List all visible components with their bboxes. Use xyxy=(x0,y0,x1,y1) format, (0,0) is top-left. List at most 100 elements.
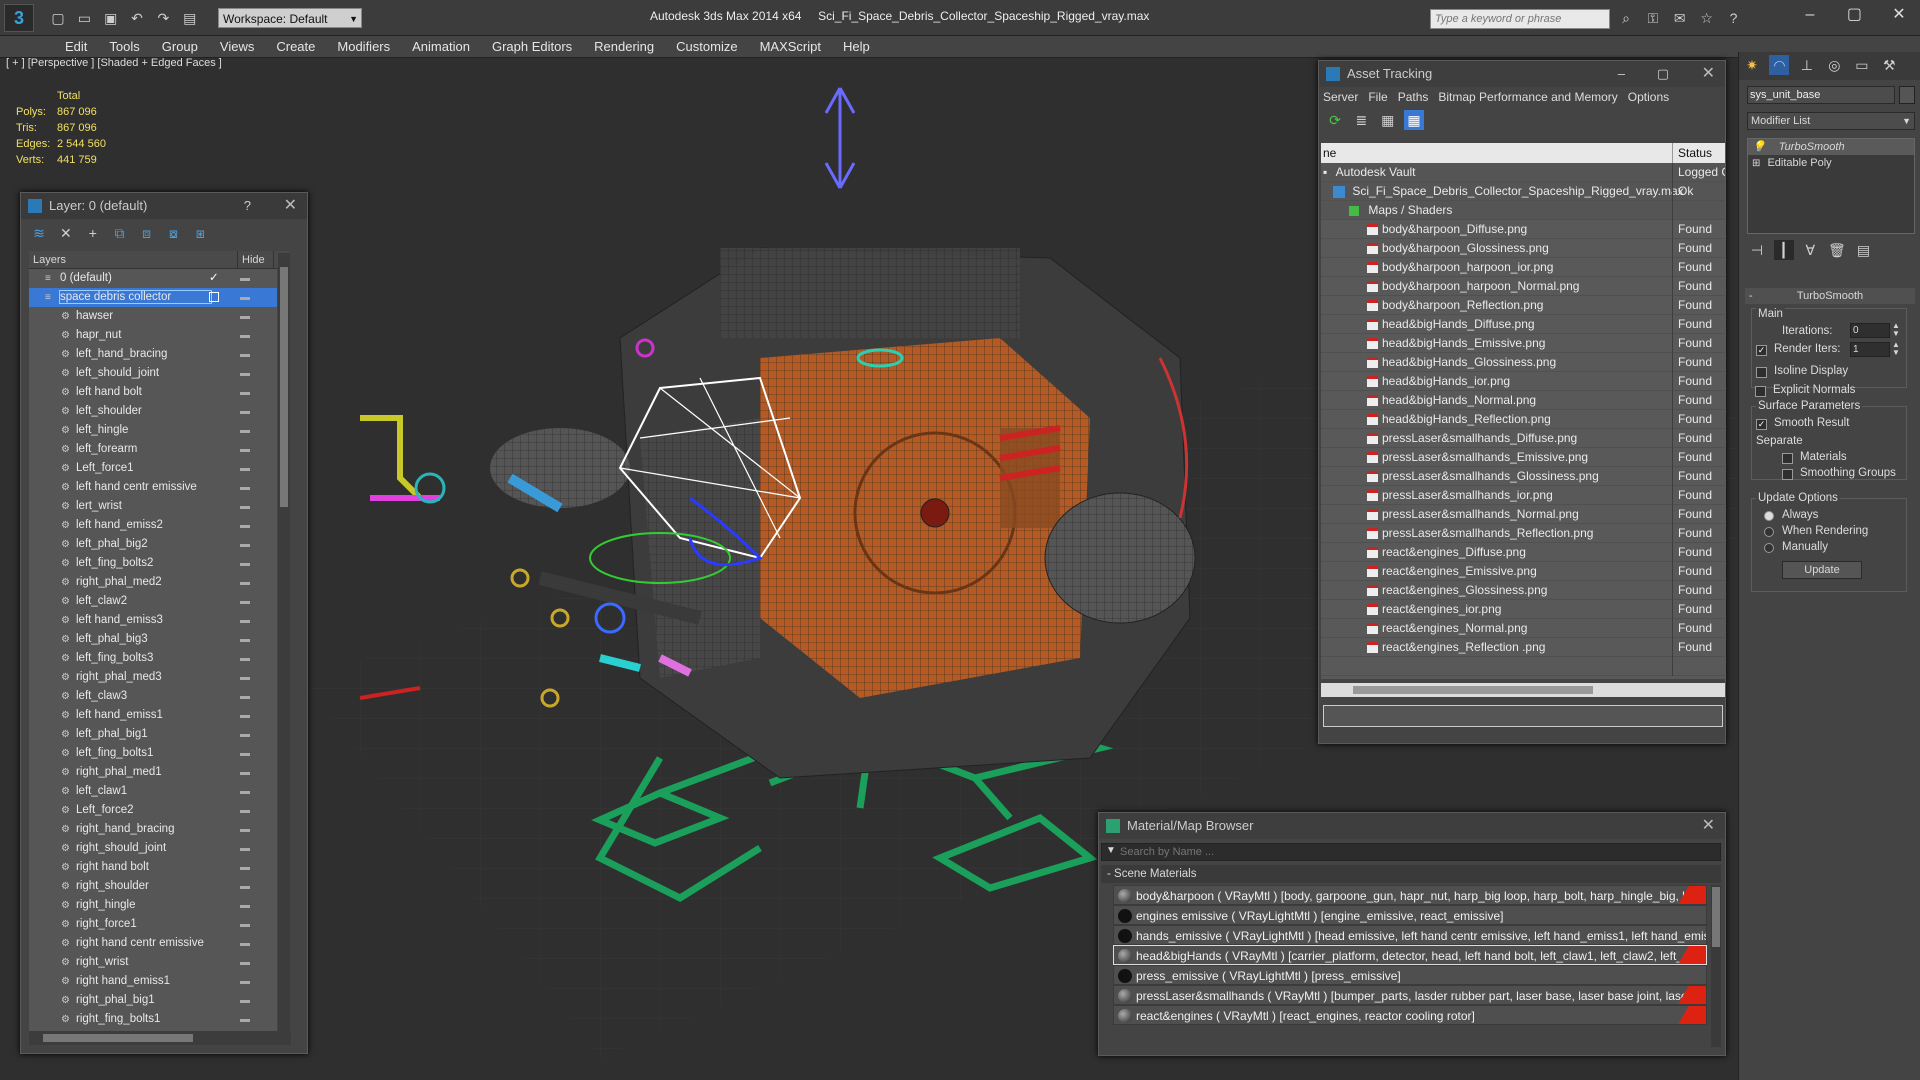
materials-checkbox[interactable] xyxy=(1782,453,1793,464)
layer-row[interactable]: ⚙ left_forearm ▬ xyxy=(29,440,277,459)
layer-row[interactable]: ⚙ left hand bolt ▬ xyxy=(29,383,277,402)
menu-help[interactable]: Help xyxy=(832,36,881,57)
scroll-thumb[interactable] xyxy=(1712,887,1720,947)
smoothing-groups-checkbox[interactable] xyxy=(1782,469,1793,480)
asset-row-map[interactable]: pressLaser&smallhands_Normal.png Found xyxy=(1321,505,1725,524)
modifier-list-dropdown[interactable]: Modifier List ▼ xyxy=(1747,112,1915,130)
pin-stack-icon[interactable]: ⊣ xyxy=(1747,240,1767,260)
undo-icon[interactable]: ↶ xyxy=(127,8,147,28)
asset-row-map[interactable]: body&harpoon_harpoon_ior.png Found xyxy=(1321,258,1725,277)
asset-row-map[interactable]: head&bigHands_Emissive.png Found xyxy=(1321,334,1725,353)
when-rendering-radio[interactable] xyxy=(1764,527,1774,537)
layer-row[interactable]: ⚙ left_claw2 ▬ xyxy=(29,592,277,611)
display-tab-icon[interactable]: ▭ xyxy=(1852,55,1872,75)
expand-plus-icon[interactable]: ⊞ xyxy=(1752,158,1760,169)
hide-toggle[interactable]: ▬ xyxy=(240,801,250,820)
hide-toggle[interactable]: ▬ xyxy=(240,858,250,877)
material-row[interactable]: press_emissive ( VRayLightMtl ) [press_e… xyxy=(1113,965,1707,985)
stack-item-turbosmooth[interactable]: 💡 TurboSmooth xyxy=(1748,139,1914,155)
asset-row-maps-folder[interactable]: Maps / Shaders xyxy=(1321,201,1725,220)
hide-toggle[interactable]: ▬ xyxy=(240,972,250,991)
asset-row-vault[interactable]: ▪ Autodesk Vault Logged C xyxy=(1321,163,1725,182)
hide-toggle[interactable]: ▬ xyxy=(240,402,250,421)
show-end-result-icon[interactable]: ┃ xyxy=(1773,240,1794,260)
asset-path-field[interactable] xyxy=(1323,705,1723,727)
hide-toggle[interactable]: ▬ xyxy=(240,345,250,364)
hide-toggle[interactable]: ▬ xyxy=(240,934,250,953)
hide-toggle[interactable]: ▬ xyxy=(240,706,250,725)
isoline-checkbox[interactable] xyxy=(1756,367,1767,378)
iterations-spinner[interactable]: 0 xyxy=(1850,323,1890,338)
hide-toggle[interactable]: ▬ xyxy=(240,459,250,478)
asset-menu-file[interactable]: File xyxy=(1368,90,1387,104)
layer-row[interactable]: ⚙ left hand centr emissive ▬ xyxy=(29,478,277,497)
hide-toggle[interactable]: ▬ xyxy=(240,440,250,459)
hide-toggle[interactable]: ▬ xyxy=(240,307,250,326)
set-current-layer-icon[interactable] xyxy=(209,292,219,302)
layer-row[interactable]: ⚙ right hand centr emissive ▬ xyxy=(29,934,277,953)
layer-row[interactable]: ⚙ left_phal_big2 ▬ xyxy=(29,535,277,554)
table-view-icon[interactable]: ▦ xyxy=(1378,110,1398,130)
material-row[interactable]: hands_emissive ( VRayLightMtl ) [head em… xyxy=(1113,925,1707,945)
material-row[interactable]: pressLaser&smallhands ( VRayMtl ) [bumpe… xyxy=(1113,985,1707,1005)
redo-icon[interactable]: ↷ xyxy=(153,8,173,28)
layer-row[interactable]: ⚙ right_phal_med1 ▬ xyxy=(29,763,277,782)
menu-rendering[interactable]: Rendering xyxy=(583,36,665,57)
hide-toggle[interactable]: ▬ xyxy=(240,820,250,839)
material-row[interactable]: head&bigHands ( VRayMtl ) [carrier_platf… xyxy=(1113,945,1707,965)
asset-row-map[interactable]: react&engines_ior.png Found xyxy=(1321,600,1725,619)
layer-row[interactable]: ⚙ left_should_joint ▬ xyxy=(29,364,277,383)
hide-toggle[interactable]: ▬ xyxy=(240,288,250,307)
help-icon[interactable]: ? xyxy=(244,193,251,219)
layer-row[interactable]: ⚙ right_phal_big1 ▬ xyxy=(29,991,277,1010)
lightbulb-icon[interactable]: 💡 xyxy=(1752,141,1766,153)
motion-tab-icon[interactable]: ◎ xyxy=(1824,55,1844,75)
favorites-star-icon[interactable]: ☆ xyxy=(1697,8,1717,28)
spinner-arrows-icon[interactable]: ▲ ▼ xyxy=(1892,322,1900,338)
layer-row[interactable]: ⚙ left_fing_bolts2 ▬ xyxy=(29,554,277,573)
hide-toggle[interactable]: ▬ xyxy=(240,991,250,1010)
layer-row[interactable]: ⚙ right hand bolt ▬ xyxy=(29,858,277,877)
make-unique-icon[interactable]: ∀ xyxy=(1800,240,1820,260)
layer-row[interactable]: ⚙ right_hingle ▬ xyxy=(29,896,277,915)
asset-menu-bitmap[interactable]: Bitmap Performance and Memory xyxy=(1438,90,1617,104)
hide-toggle[interactable]: ▬ xyxy=(240,953,250,972)
modify-tab-icon[interactable]: ◠ xyxy=(1769,55,1790,75)
scroll-thumb[interactable] xyxy=(280,267,288,507)
menu-modifiers[interactable]: Modifiers xyxy=(326,36,401,57)
hide-toggle[interactable]: ▬ xyxy=(240,383,250,402)
material-row[interactable]: react&engines ( VRayMtl ) [react_engines… xyxy=(1113,1005,1707,1025)
asset-row-map[interactable]: pressLaser&smallhands_Emissive.png Found xyxy=(1321,448,1725,467)
col-hide[interactable]: Hide xyxy=(237,251,269,269)
manually-radio[interactable] xyxy=(1764,543,1774,553)
scene-materials-header[interactable]: - Scene Materials xyxy=(1101,865,1721,883)
asset-row-map[interactable]: react&engines_Reflection .png Found xyxy=(1321,638,1725,657)
app-logo-icon[interactable]: 3 xyxy=(4,4,34,32)
asset-row-map[interactable]: body&harpoon_Reflection.png Found xyxy=(1321,296,1725,315)
layer-row[interactable]: ⚙ hawser ▬ xyxy=(29,307,277,326)
asset-row-map[interactable]: head&bigHands_Normal.png Found xyxy=(1321,391,1725,410)
menu-graph-editors[interactable]: Graph Editors xyxy=(481,36,583,57)
layer-row[interactable]: ⚙ left hand_emiss1 ▬ xyxy=(29,706,277,725)
search-input[interactable] xyxy=(1431,10,1609,28)
freeze-all-icon[interactable]: ⧆ xyxy=(190,223,210,243)
hide-toggle[interactable]: ▬ xyxy=(240,269,250,288)
select-objects-icon[interactable]: ⧉ xyxy=(110,223,130,243)
hide-toggle[interactable]: ▬ xyxy=(240,687,250,706)
layer-row[interactable]: ⚙ left_fing_bolts3 ▬ xyxy=(29,649,277,668)
asset-row-map[interactable]: pressLaser&smallhands_Reflection.png Foun… xyxy=(1321,524,1725,543)
create-layer-icon[interactable]: ≋ xyxy=(29,223,49,243)
stack-item-editable-poly[interactable]: ⊞ Editable Poly xyxy=(1748,155,1914,171)
asset-row-map[interactable]: react&engines_Normal.png Found xyxy=(1321,619,1725,638)
layer-row[interactable]: ⚙ left_phal_big3 ▬ xyxy=(29,630,277,649)
hide-toggle[interactable]: ▬ xyxy=(240,649,250,668)
object-color-swatch[interactable] xyxy=(1899,86,1915,104)
smooth-result-checkbox[interactable]: ✓ xyxy=(1756,419,1767,430)
key-icon[interactable]: ⚿ xyxy=(1643,8,1663,28)
minimize-icon[interactable]: – xyxy=(1618,61,1625,87)
maximize-icon[interactable]: ▢ xyxy=(1834,4,1874,24)
menu-views[interactable]: Views xyxy=(209,36,265,57)
highlight-layer-icon[interactable]: ⧈ xyxy=(137,223,157,243)
menu-edit[interactable]: Edit xyxy=(54,36,98,57)
help-icon[interactable]: ? xyxy=(1724,8,1744,28)
